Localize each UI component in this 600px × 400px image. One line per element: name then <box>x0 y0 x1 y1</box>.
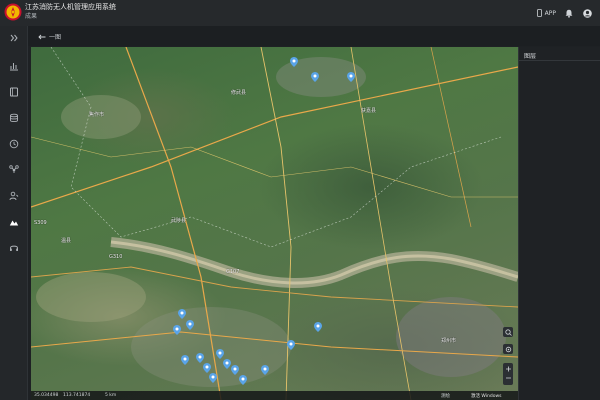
database-icon <box>10 113 18 122</box>
map-terrain-layer <box>31 47 518 400</box>
drone-location-marker-icon[interactable] <box>178 309 186 319</box>
windows-activation-watermark: 激活 Windows <box>471 394 502 399</box>
drone-location-marker-icon[interactable] <box>239 375 247 385</box>
right-layer-panel: 图层 <box>518 47 600 400</box>
map-credit: 测绘 <box>441 394 450 399</box>
phone-icon <box>536 9 542 17</box>
sidebar-item-flight-log[interactable] <box>8 86 20 98</box>
search-icon <box>504 328 512 336</box>
header-actions: APP <box>536 8 592 18</box>
drone-location-marker-icon[interactable] <box>261 365 269 375</box>
drone-location-marker-icon[interactable] <box>203 363 211 373</box>
back-button[interactable]: 一图 <box>38 32 61 41</box>
map-status-bar: 35.034498 113.741874 5 km 测绘 激活 Windows <box>31 391 518 400</box>
app-title: 江苏消防无人机管理应用系统 <box>25 3 116 11</box>
sidebar-item-storage[interactable] <box>8 112 20 124</box>
mountain-map-icon <box>9 220 19 226</box>
app-subtitle: 成果 <box>25 13 38 20</box>
sidebar-expand-button[interactable] <box>8 32 20 44</box>
map-search-button[interactable] <box>503 327 513 337</box>
drone-location-marker-icon[interactable] <box>173 325 181 335</box>
map-label: G107 <box>226 269 240 275</box>
bell-icon <box>565 9 573 18</box>
double-chevron-right-icon <box>10 34 18 42</box>
drone-location-marker-icon[interactable] <box>181 355 189 365</box>
sidebar-item-support[interactable] <box>8 242 20 254</box>
content-toolbar: 一图 <box>28 26 600 46</box>
arrow-left-icon <box>38 34 46 39</box>
zoom-plus-minus-icon <box>505 366 511 379</box>
drone-location-marker-icon[interactable] <box>347 72 355 82</box>
latitude-readout: 35.034498 <box>34 393 59 398</box>
left-sidebar <box>0 26 28 400</box>
drone-location-marker-icon[interactable] <box>223 359 231 369</box>
app-download-button[interactable]: APP <box>536 9 556 17</box>
scale-readout: 5 km <box>105 393 117 398</box>
map-zoom-control[interactable] <box>503 363 513 385</box>
notification-bell-button[interactable] <box>564 8 574 18</box>
sidebar-item-history[interactable] <box>8 138 20 150</box>
person-icon <box>9 191 19 201</box>
map-label: 武陟县 <box>171 218 187 224</box>
drone-location-marker-icon[interactable] <box>287 340 295 350</box>
map-locate-button[interactable] <box>503 344 513 354</box>
app-label: APP <box>544 9 556 17</box>
map-label: 修武县 <box>231 90 247 96</box>
longitude-readout: 113.741874 <box>63 393 91 398</box>
satellite-map[interactable]: 焦作市 修武县 获嘉县 武陟县 温县 G107 S309 G310 郑州市 <box>31 47 518 400</box>
map-label: 郑州市 <box>441 338 457 344</box>
drone-location-marker-icon[interactable] <box>314 322 322 332</box>
drone-location-marker-icon[interactable] <box>216 349 224 359</box>
app-root: 江苏消防无人机管理应用系统 成果 APP 一图 焦作市 修武县 获嘉县 武陟县 … <box>0 0 600 400</box>
headset-icon <box>10 245 18 251</box>
map-label: G310 <box>109 254 123 260</box>
divider <box>519 60 600 61</box>
map-label: S309 <box>34 220 47 226</box>
drone-location-marker-icon[interactable] <box>231 365 239 375</box>
sidebar-item-drone[interactable] <box>8 164 20 176</box>
clock-history-icon <box>9 139 19 149</box>
chart-icon <box>10 63 18 71</box>
sidebar-item-personnel[interactable] <box>8 190 20 202</box>
drone-location-marker-icon[interactable] <box>290 57 298 67</box>
drone-location-marker-icon[interactable] <box>186 320 194 330</box>
fire-department-logo-icon <box>4 3 22 21</box>
back-label: 一图 <box>49 34 62 41</box>
sidebar-item-statistics[interactable] <box>8 60 20 72</box>
map-label: 焦作市 <box>89 112 105 118</box>
drone-location-marker-icon[interactable] <box>311 72 319 82</box>
top-header: 江苏消防无人机管理应用系统 成果 APP <box>0 0 600 26</box>
sidebar-item-results[interactable] <box>8 216 20 228</box>
drone-icon <box>9 165 19 173</box>
map-label: 获嘉县 <box>361 108 377 114</box>
user-menu-button[interactable] <box>582 8 592 18</box>
user-avatar-icon <box>582 8 592 18</box>
drone-location-marker-icon[interactable] <box>196 353 204 363</box>
layer-panel-title: 图层 <box>524 53 537 60</box>
map-label: 温县 <box>61 238 72 244</box>
book-icon <box>10 87 18 97</box>
locate-icon <box>505 346 511 352</box>
drone-location-marker-icon[interactable] <box>209 373 217 383</box>
